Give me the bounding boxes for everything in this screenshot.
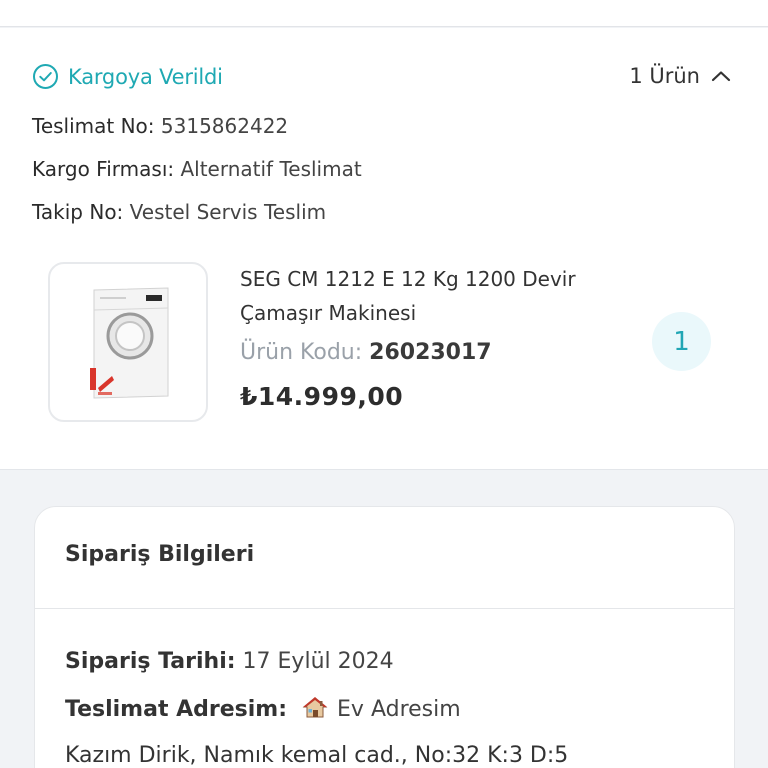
tracking-row: Takip No: Vestel Servis Teslim <box>32 200 326 224</box>
order-info-card: Sipariş Bilgileri Sipariş Tarihi: 17 Eyl… <box>34 506 735 768</box>
top-strip <box>0 0 768 27</box>
product-price: ₺14.999,00 <box>240 382 404 411</box>
product-code-value: 26023017 <box>369 340 492 365</box>
delivery-address-row: Teslimat Adresim: Ev Adresim <box>65 696 461 722</box>
product-code-label: Ürün Kodu: <box>240 340 363 365</box>
delivery-address-label: Teslimat Adresim: <box>65 697 288 722</box>
delivery-no-label: Teslimat No: <box>32 114 155 138</box>
order-date-row: Sipariş Tarihi: 17 Eylül 2024 <box>65 649 394 674</box>
delivery-address-name: Ev Adresim <box>337 697 461 722</box>
address-line: Kazım Dirik, Namık kemal cad., No:32 K:3… <box>65 743 569 768</box>
shipment-status: Kargoya Verildi <box>32 63 223 90</box>
washing-machine-image <box>90 287 169 399</box>
carrier-row: Kargo Firması: Alternatif Teslimat <box>32 157 362 181</box>
status-label: Kargoya Verildi <box>68 64 223 89</box>
carrier-label: Kargo Firması: <box>32 157 175 181</box>
check-circle-icon <box>33 64 58 89</box>
divider <box>35 608 734 609</box>
quantity-badge: 1 <box>652 312 711 371</box>
product-image[interactable] <box>48 262 208 422</box>
order-info-title: Sipariş Bilgileri <box>65 542 255 567</box>
tracking-value: Vestel Servis Teslim <box>129 200 327 224</box>
order-date-value: 17 Eylül 2024 <box>242 649 394 674</box>
order-date-label: Sipariş Tarihi: <box>65 649 236 674</box>
delivery-no-row: Teslimat No: 5315862422 <box>32 114 288 138</box>
shipment-card: Kargoya Verildi 1 Ürün Teslimat No: 5315… <box>0 28 768 470</box>
chevron-up-icon <box>711 71 731 82</box>
item-count: 1 Ürün <box>629 64 700 88</box>
tracking-label: Takip No: <box>32 200 124 224</box>
items-toggle[interactable]: 1 Ürün <box>629 64 732 88</box>
delivery-no-value: 5315862422 <box>160 114 289 138</box>
house-icon <box>302 697 328 718</box>
carrier-value: Alternatif Teslimat <box>180 157 362 181</box>
product-name[interactable]: SEG CM 1212 E 12 Kg 1200 Devir Çamaşır M… <box>240 262 620 330</box>
product-code-row: Ürün Kodu: 26023017 <box>240 340 492 365</box>
